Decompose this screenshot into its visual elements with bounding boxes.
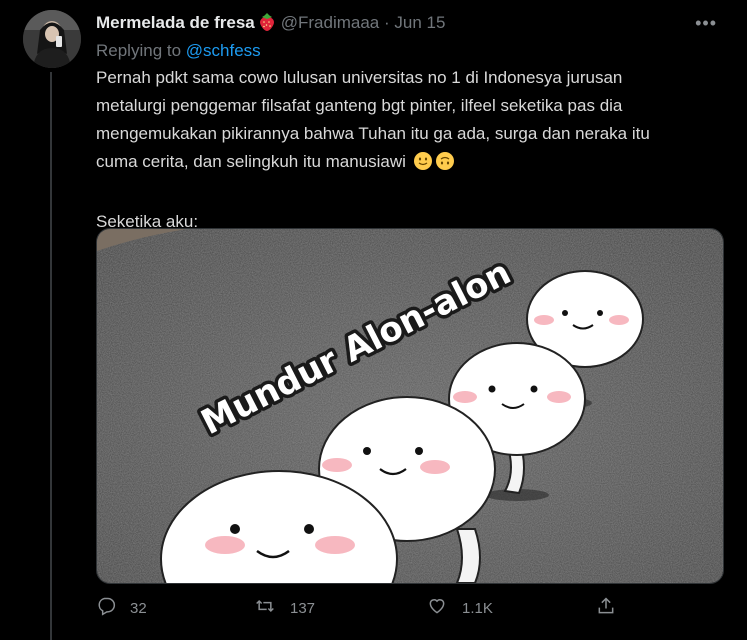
tweet-date[interactable]: Jun 15 [394, 13, 445, 32]
display-name[interactable]: Mermelada de fresa [96, 13, 255, 32]
replying-to: Replying to @schfess [96, 40, 261, 62]
more-options-icon[interactable]: ••• [695, 11, 717, 35]
reply-action[interactable]: 32 [96, 595, 147, 621]
author-handle[interactable]: @Fradimaaa [281, 13, 380, 32]
thread-line [50, 72, 52, 640]
reply-icon[interactable] [96, 596, 116, 620]
reply-count: 32 [130, 599, 147, 617]
retweet-icon[interactable] [254, 596, 276, 620]
upside-down-face-icon [435, 151, 455, 180]
like-action[interactable]: 1.1K [426, 595, 493, 621]
tweet-text-line: mengemukakan pikirannya bahwa Tuhan itu … [96, 124, 650, 143]
avatar-image [23, 10, 81, 68]
tweet-text-line: Pernah pdkt sama cowo lulusan universita… [96, 68, 623, 87]
retweet-action[interactable]: 137 [254, 595, 315, 621]
like-count: 1.1K [462, 599, 493, 617]
tweet-media-image[interactable]: Mundur Alon-alon [96, 228, 724, 584]
share-icon[interactable] [596, 596, 616, 620]
replying-to-label: Replying to [96, 41, 182, 60]
tweet-text-line: metalurgi penggemar filsafat ganteng bgt… [96, 96, 623, 115]
retweet-count: 137 [290, 599, 316, 617]
strawberry-icon [257, 12, 277, 39]
replying-to-link[interactable]: @schfess [186, 41, 261, 60]
tweet-text-line: cuma cerita, dan selingkuh itu manusiawi [96, 152, 406, 171]
separator-dot: · [384, 13, 390, 32]
meme-illustration: Mundur Alon-alon [97, 229, 723, 583]
slightly-smiling-face-icon [413, 151, 433, 180]
avatar[interactable] [23, 10, 81, 68]
tweet-actions: 32 137 1.1K [96, 595, 636, 621]
tweet-text: Pernah pdkt sama cowo lulusan universita… [96, 64, 716, 236]
tweet-header: Mermelada de fresa @Fradimaaa · Jun 15 ••… [96, 11, 727, 35]
tweet-text-line-with-emoji: cuma cerita, dan selingkuh itu manusiawi [96, 148, 716, 180]
heart-icon[interactable] [426, 596, 448, 620]
share-action[interactable] [596, 595, 616, 621]
